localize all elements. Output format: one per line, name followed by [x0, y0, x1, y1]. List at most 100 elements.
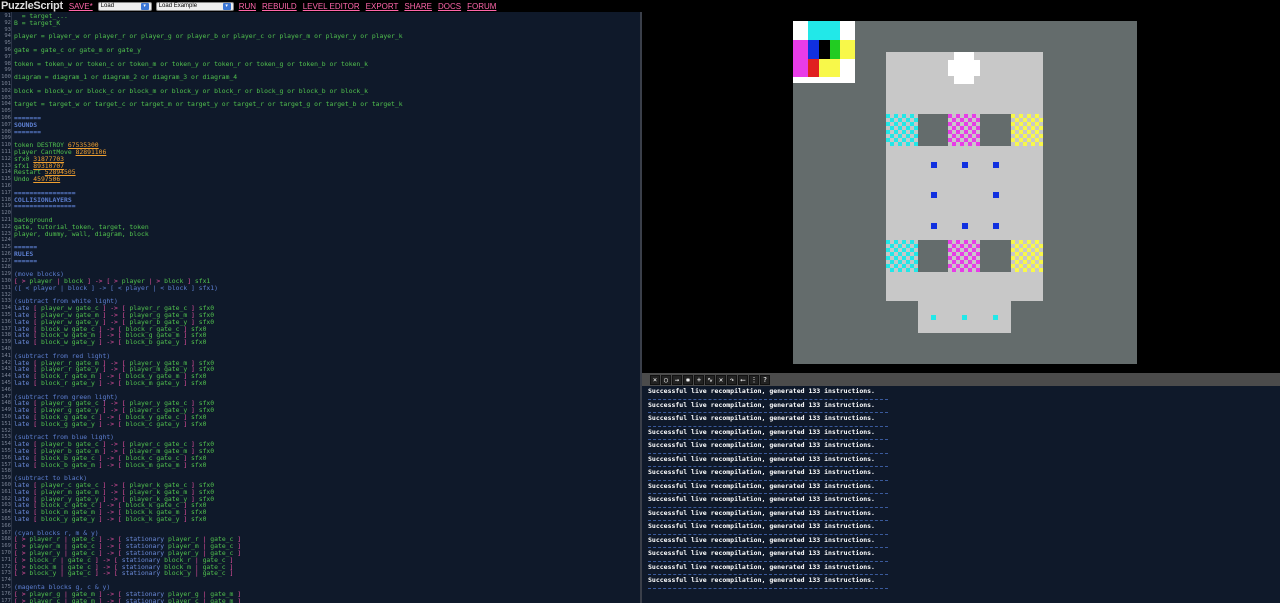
gate-pixel [910, 256, 914, 260]
gate-pixel [960, 256, 964, 260]
gate-pixel [890, 126, 894, 130]
legend-green [830, 40, 840, 59]
gate-pixel [898, 138, 902, 142]
forum-link[interactable]: FORUM [467, 2, 496, 11]
console-tool-button[interactable]: ∿ [705, 374, 715, 385]
code-token: ([ < player | block ] -> [ < player | < … [14, 283, 218, 292]
gate-pixel [1023, 240, 1027, 244]
gate-pixel [1027, 134, 1031, 138]
code-token: ] -> [ [98, 514, 126, 523]
gate-pixel [952, 138, 956, 142]
gate-pixel [894, 248, 898, 252]
gate-pixel [968, 118, 972, 122]
gate-pixel [1031, 126, 1035, 130]
gate-pixel [1011, 126, 1015, 130]
line-number: 123 [1, 230, 11, 237]
console-tool-button[interactable]: ✕ [716, 374, 726, 385]
console-tool-button[interactable]: → [672, 374, 682, 385]
gate-pixel [914, 268, 918, 272]
gate-pixel [1023, 114, 1027, 118]
gate-pixel [890, 248, 894, 252]
code-token: ] -> [ [98, 379, 126, 388]
console-tool-button[interactable]: ⋮ [749, 374, 759, 385]
line-number: 111 [1, 148, 11, 155]
gate-pixel [1011, 248, 1015, 252]
gate-pixel [948, 134, 952, 138]
gate-pixel [1039, 138, 1043, 142]
gate-pixel [972, 130, 976, 134]
code-text: player = player_w or player_r or player_… [12, 33, 403, 40]
console-tool-button[interactable]: ✱ [683, 374, 693, 385]
console-tool-button[interactable]: ⟵ [738, 374, 748, 385]
gate-pixel [1035, 244, 1039, 248]
gate-pixel [956, 264, 960, 268]
code-line: 157 late [ block_b gate_m ] -> [ block_m … [0, 461, 640, 469]
code-token: [ [33, 379, 41, 388]
gate-pixel [1015, 114, 1019, 118]
rebuild-link[interactable]: REBUILD [262, 2, 297, 11]
legend-black [819, 40, 830, 59]
save-link[interactable]: SAVE* [69, 2, 93, 11]
run-link[interactable]: RUN [239, 2, 256, 11]
code-token: | [60, 569, 68, 578]
code-token: gate_c [67, 569, 95, 578]
gate-pixel [964, 114, 968, 118]
console-tool-button[interactable]: ○ [661, 374, 671, 385]
gate-pixel [886, 130, 890, 134]
gate-pixel [960, 118, 964, 122]
gate-pixel [956, 268, 960, 272]
gate-pixel [894, 264, 898, 268]
gate-pixel [886, 252, 890, 256]
code-token: sfx0 [191, 379, 207, 388]
line-number: 138 [1, 332, 11, 339]
gate-pixel [1011, 268, 1015, 272]
console-tool-button[interactable]: ↷ [727, 374, 737, 385]
console-tool-button[interactable]: + [694, 374, 704, 385]
code-text: ====== [12, 257, 37, 265]
code-text: block = block_w or block_c or block_m or… [12, 87, 368, 95]
gate-pixel [960, 260, 964, 264]
code-token: gate = gate_c or gate_m or gate_y [14, 45, 141, 54]
gate-magenta [948, 240, 980, 272]
gate-pixel [956, 252, 960, 256]
share-link[interactable]: SHARE [404, 2, 432, 11]
gate-pixel [968, 134, 972, 138]
game-canvas[interactable] [642, 12, 1280, 373]
code-token: gate_m [71, 596, 99, 603]
legend-blue [808, 40, 819, 59]
line-number: 91 [4, 13, 11, 19]
code-editor[interactable]: 91 = target_... 92 B = target_K 93 94 player … [0, 12, 640, 603]
line-number: 100 [1, 74, 11, 81]
gate-pixel [906, 268, 910, 272]
code-token: token = token_w or token_c or token_m or… [14, 59, 368, 68]
gate-pixel [968, 268, 972, 272]
code-line: 102 block = block_w or block_c or block_m… [0, 87, 640, 95]
line-number: 169 [1, 543, 11, 550]
code-token: ======= [14, 127, 41, 136]
gate-pixel [972, 114, 976, 118]
gate-pixel [968, 142, 972, 146]
gate-pixel [960, 248, 964, 252]
gate-pixel [952, 122, 956, 126]
gate-pixel [1019, 122, 1023, 126]
gate-pixel [948, 248, 952, 252]
line-number: 137 [1, 325, 11, 332]
docs-link[interactable]: DOCS [438, 2, 461, 11]
line-number: 140 [1, 346, 11, 353]
gate-pixel [886, 248, 890, 252]
gate-pixel [952, 248, 956, 252]
line-number: 103 [1, 94, 11, 101]
gate-pixel [1023, 122, 1027, 126]
gate-pixel [914, 260, 918, 264]
level-editor-link[interactable]: LEVEL EDITOR [303, 2, 360, 11]
code-line: 158 [0, 468, 640, 475]
code-token: [ > [14, 596, 30, 603]
gate-pixel [898, 256, 902, 260]
console-tool-button[interactable]: ? [760, 374, 770, 385]
load-example-select[interactable]: Load Example ▾ [155, 1, 234, 11]
gate-pixel [894, 244, 898, 248]
line-number: 115 [1, 176, 11, 183]
console-tool-button[interactable]: × [650, 374, 660, 385]
load-select[interactable]: Load ▾ [97, 1, 152, 11]
export-link[interactable]: EXPORT [366, 2, 399, 11]
